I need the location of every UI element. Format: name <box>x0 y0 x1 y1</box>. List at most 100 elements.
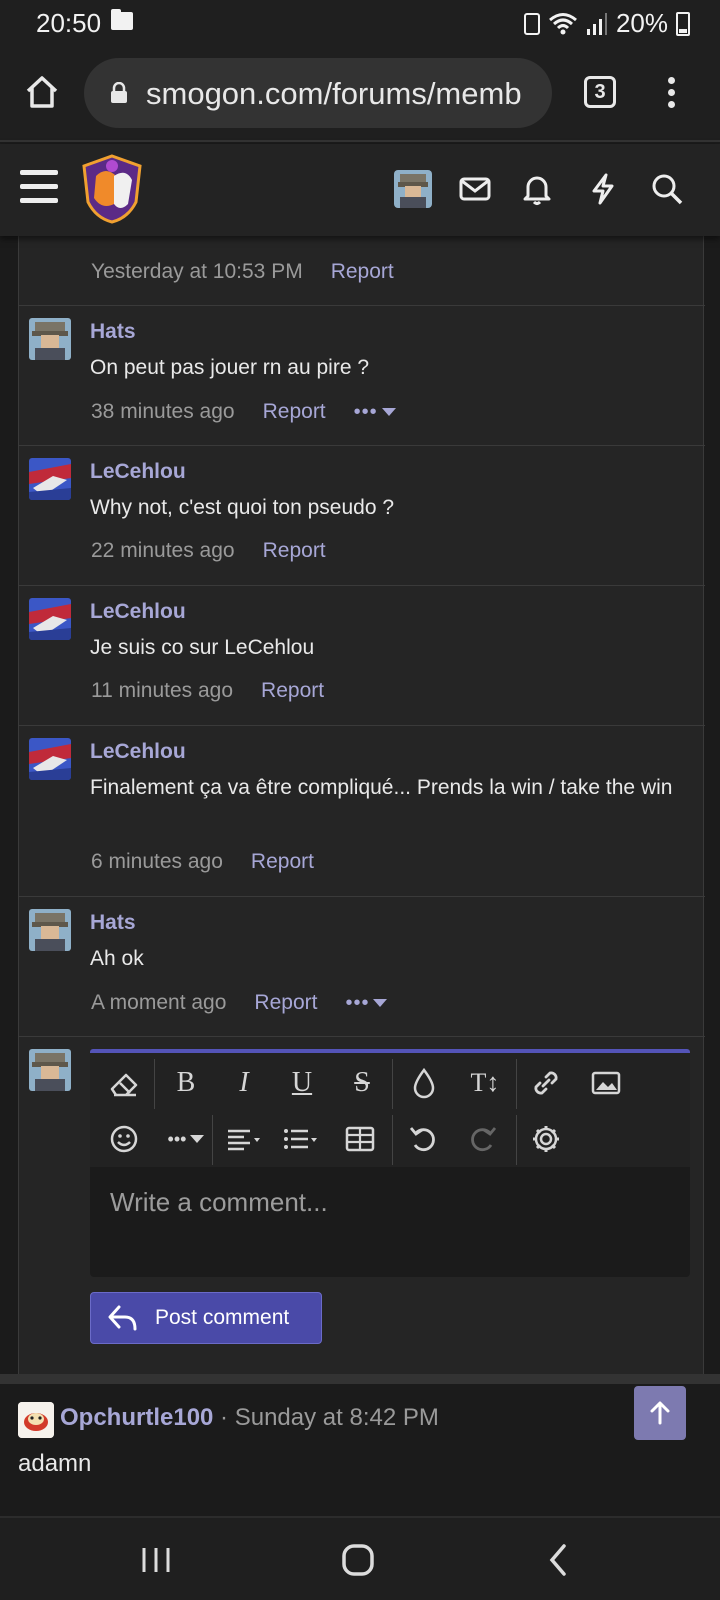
post-comment-button[interactable]: Post comment <box>90 1292 322 1344</box>
comment-text: Why not, c'est quoi ton pseudo ? <box>90 496 395 519</box>
comment-username[interactable]: Hats <box>90 911 136 935</box>
bold-icon[interactable]: B <box>166 1063 206 1103</box>
comment-item: Hats On peut pas jouer rn au pire ? 38 m… <box>19 305 705 445</box>
separator: · <box>213 1404 235 1431</box>
clock: 20:50 <box>36 8 102 38</box>
comment-text: Je suis co sur LeCehlou <box>90 636 315 659</box>
bell-icon[interactable] <box>520 172 554 206</box>
comment-username[interactable]: LeCehlou <box>90 600 186 624</box>
profile-post-time[interactable]: Sunday at 8:42 PM <box>235 1404 439 1431</box>
mail-icon[interactable] <box>458 172 492 206</box>
more-dots-icon: ••• <box>353 400 378 423</box>
comment-item: Hats Ah ok A moment ago Report ••• <box>19 896 705 1036</box>
emoji-icon[interactable] <box>104 1119 144 1159</box>
avatar[interactable] <box>29 458 71 500</box>
more-options-icon[interactable]: ••• <box>160 1119 212 1159</box>
comment-username[interactable]: LeCehlou <box>90 460 186 484</box>
comment-username[interactable]: Hats <box>90 320 136 344</box>
battery-saver-icon <box>523 12 540 35</box>
folder-icon <box>111 9 133 30</box>
report-link[interactable]: Report <box>251 850 314 874</box>
profile-post-username[interactable]: Opchurtle100 <box>60 1404 213 1431</box>
avatar[interactable] <box>29 738 71 780</box>
redo-icon[interactable] <box>462 1119 502 1159</box>
report-link[interactable]: Report <box>254 991 317 1015</box>
search-icon[interactable] <box>650 172 684 206</box>
report-link[interactable]: Report <box>261 679 324 703</box>
list-icon[interactable] <box>278 1119 328 1159</box>
comment-meta: Yesterday at 10:53 PM Report <box>91 260 422 284</box>
recent-apps-icon[interactable] <box>136 1540 176 1580</box>
italic-icon[interactable]: I <box>224 1063 264 1103</box>
address-bar[interactable]: smogon.com/forums/memb <box>84 58 552 128</box>
color-drop-icon[interactable] <box>404 1063 444 1103</box>
avatar[interactable] <box>29 318 71 360</box>
comment-meta: 6 minutes ago Report <box>91 850 342 874</box>
scroll-to-top-button[interactable] <box>634 1386 686 1440</box>
back-icon[interactable] <box>540 1540 580 1580</box>
lightning-icon[interactable] <box>586 172 620 206</box>
more-actions-menu[interactable]: ••• <box>354 401 396 424</box>
link-icon[interactable] <box>526 1063 566 1103</box>
chevron-down-icon <box>190 1135 205 1143</box>
toolbar-separator <box>212 1115 213 1165</box>
report-link[interactable]: Report <box>263 539 326 563</box>
page-content: Yesterday at 10:53 PM Report Hats On peu… <box>0 236 720 1516</box>
smogon-logo[interactable] <box>80 154 144 224</box>
home-icon[interactable] <box>338 1540 378 1580</box>
comment-text: Finalement ça va être compliqué... Prend… <box>90 776 673 799</box>
comment-text: Ah ok <box>90 947 144 970</box>
toolbar-separator <box>392 1115 393 1165</box>
url-text[interactable]: smogon.com/forums/memb <box>146 76 538 112</box>
site-header <box>0 144 720 236</box>
tab-switcher-button[interactable]: 3 <box>584 76 616 108</box>
comment-time[interactable]: 38 minutes ago <box>91 400 235 424</box>
font-size-icon[interactable]: T↕ <box>460 1063 510 1103</box>
avatar[interactable] <box>29 1049 71 1091</box>
report-link[interactable]: Report <box>263 400 326 424</box>
avatar[interactable] <box>18 1402 54 1438</box>
battery-percent: 20% <box>615 8 668 38</box>
user-avatar[interactable] <box>394 170 432 208</box>
comment-item: LeCehlou Finalement ça va être compliqué… <box>19 725 705 896</box>
settings-icon[interactable] <box>526 1119 566 1159</box>
hamburger-menu-icon[interactable] <box>20 170 58 204</box>
avatar[interactable] <box>29 909 71 951</box>
arrow-up-icon <box>650 1401 670 1425</box>
more-actions-menu[interactable]: ••• <box>345 991 388 1015</box>
comment-username[interactable]: LeCehlou <box>90 740 186 764</box>
undo-icon[interactable] <box>404 1119 444 1159</box>
eraser-icon[interactable] <box>104 1063 144 1103</box>
toolbar-separator <box>154 1059 155 1109</box>
comment-meta: A moment ago Report ••• <box>91 991 388 1015</box>
report-link[interactable]: Report <box>331 260 394 284</box>
browser-toolbar: smogon.com/forums/memb 3 <box>0 46 720 142</box>
toolbar-separator <box>516 1115 517 1165</box>
home-icon[interactable] <box>24 74 60 110</box>
status-icons: 20% <box>523 8 690 39</box>
comment-input[interactable]: Write a comment... <box>90 1167 690 1277</box>
table-icon[interactable] <box>340 1119 380 1159</box>
chevron-down-icon <box>381 408 396 416</box>
comment-meta: 22 minutes ago Report <box>91 539 354 563</box>
avatar[interactable] <box>29 598 71 640</box>
image-icon[interactable] <box>586 1063 626 1103</box>
comment-text: On peut pas jouer rn au pire ? <box>90 356 370 379</box>
chevron-down-icon <box>373 999 388 1007</box>
comment-time[interactable]: A moment ago <box>91 991 226 1015</box>
more-dots-icon: ••• <box>345 991 370 1014</box>
profile-post-header: Opchurtle100 · Sunday at 8:42 PM <box>60 1404 439 1432</box>
comment-time[interactable]: 22 minutes ago <box>91 539 235 563</box>
lock-icon <box>111 82 127 103</box>
browser-menu-icon[interactable] <box>664 74 678 114</box>
comment-time[interactable]: 6 minutes ago <box>91 850 223 874</box>
comment-time[interactable]: Yesterday at 10:53 PM <box>91 260 303 284</box>
comment-time[interactable]: 11 minutes ago <box>91 679 233 703</box>
profile-post-text: adamn <box>18 1450 92 1477</box>
more-dots-label: ••• <box>167 1128 187 1149</box>
align-icon[interactable] <box>222 1119 272 1159</box>
underline-icon[interactable]: U <box>282 1063 322 1103</box>
strikethrough-icon[interactable]: S <box>342 1063 382 1103</box>
editor-toolbar: B I U S T↕ ••• <box>90 1053 690 1167</box>
reply-icon <box>108 1305 137 1331</box>
